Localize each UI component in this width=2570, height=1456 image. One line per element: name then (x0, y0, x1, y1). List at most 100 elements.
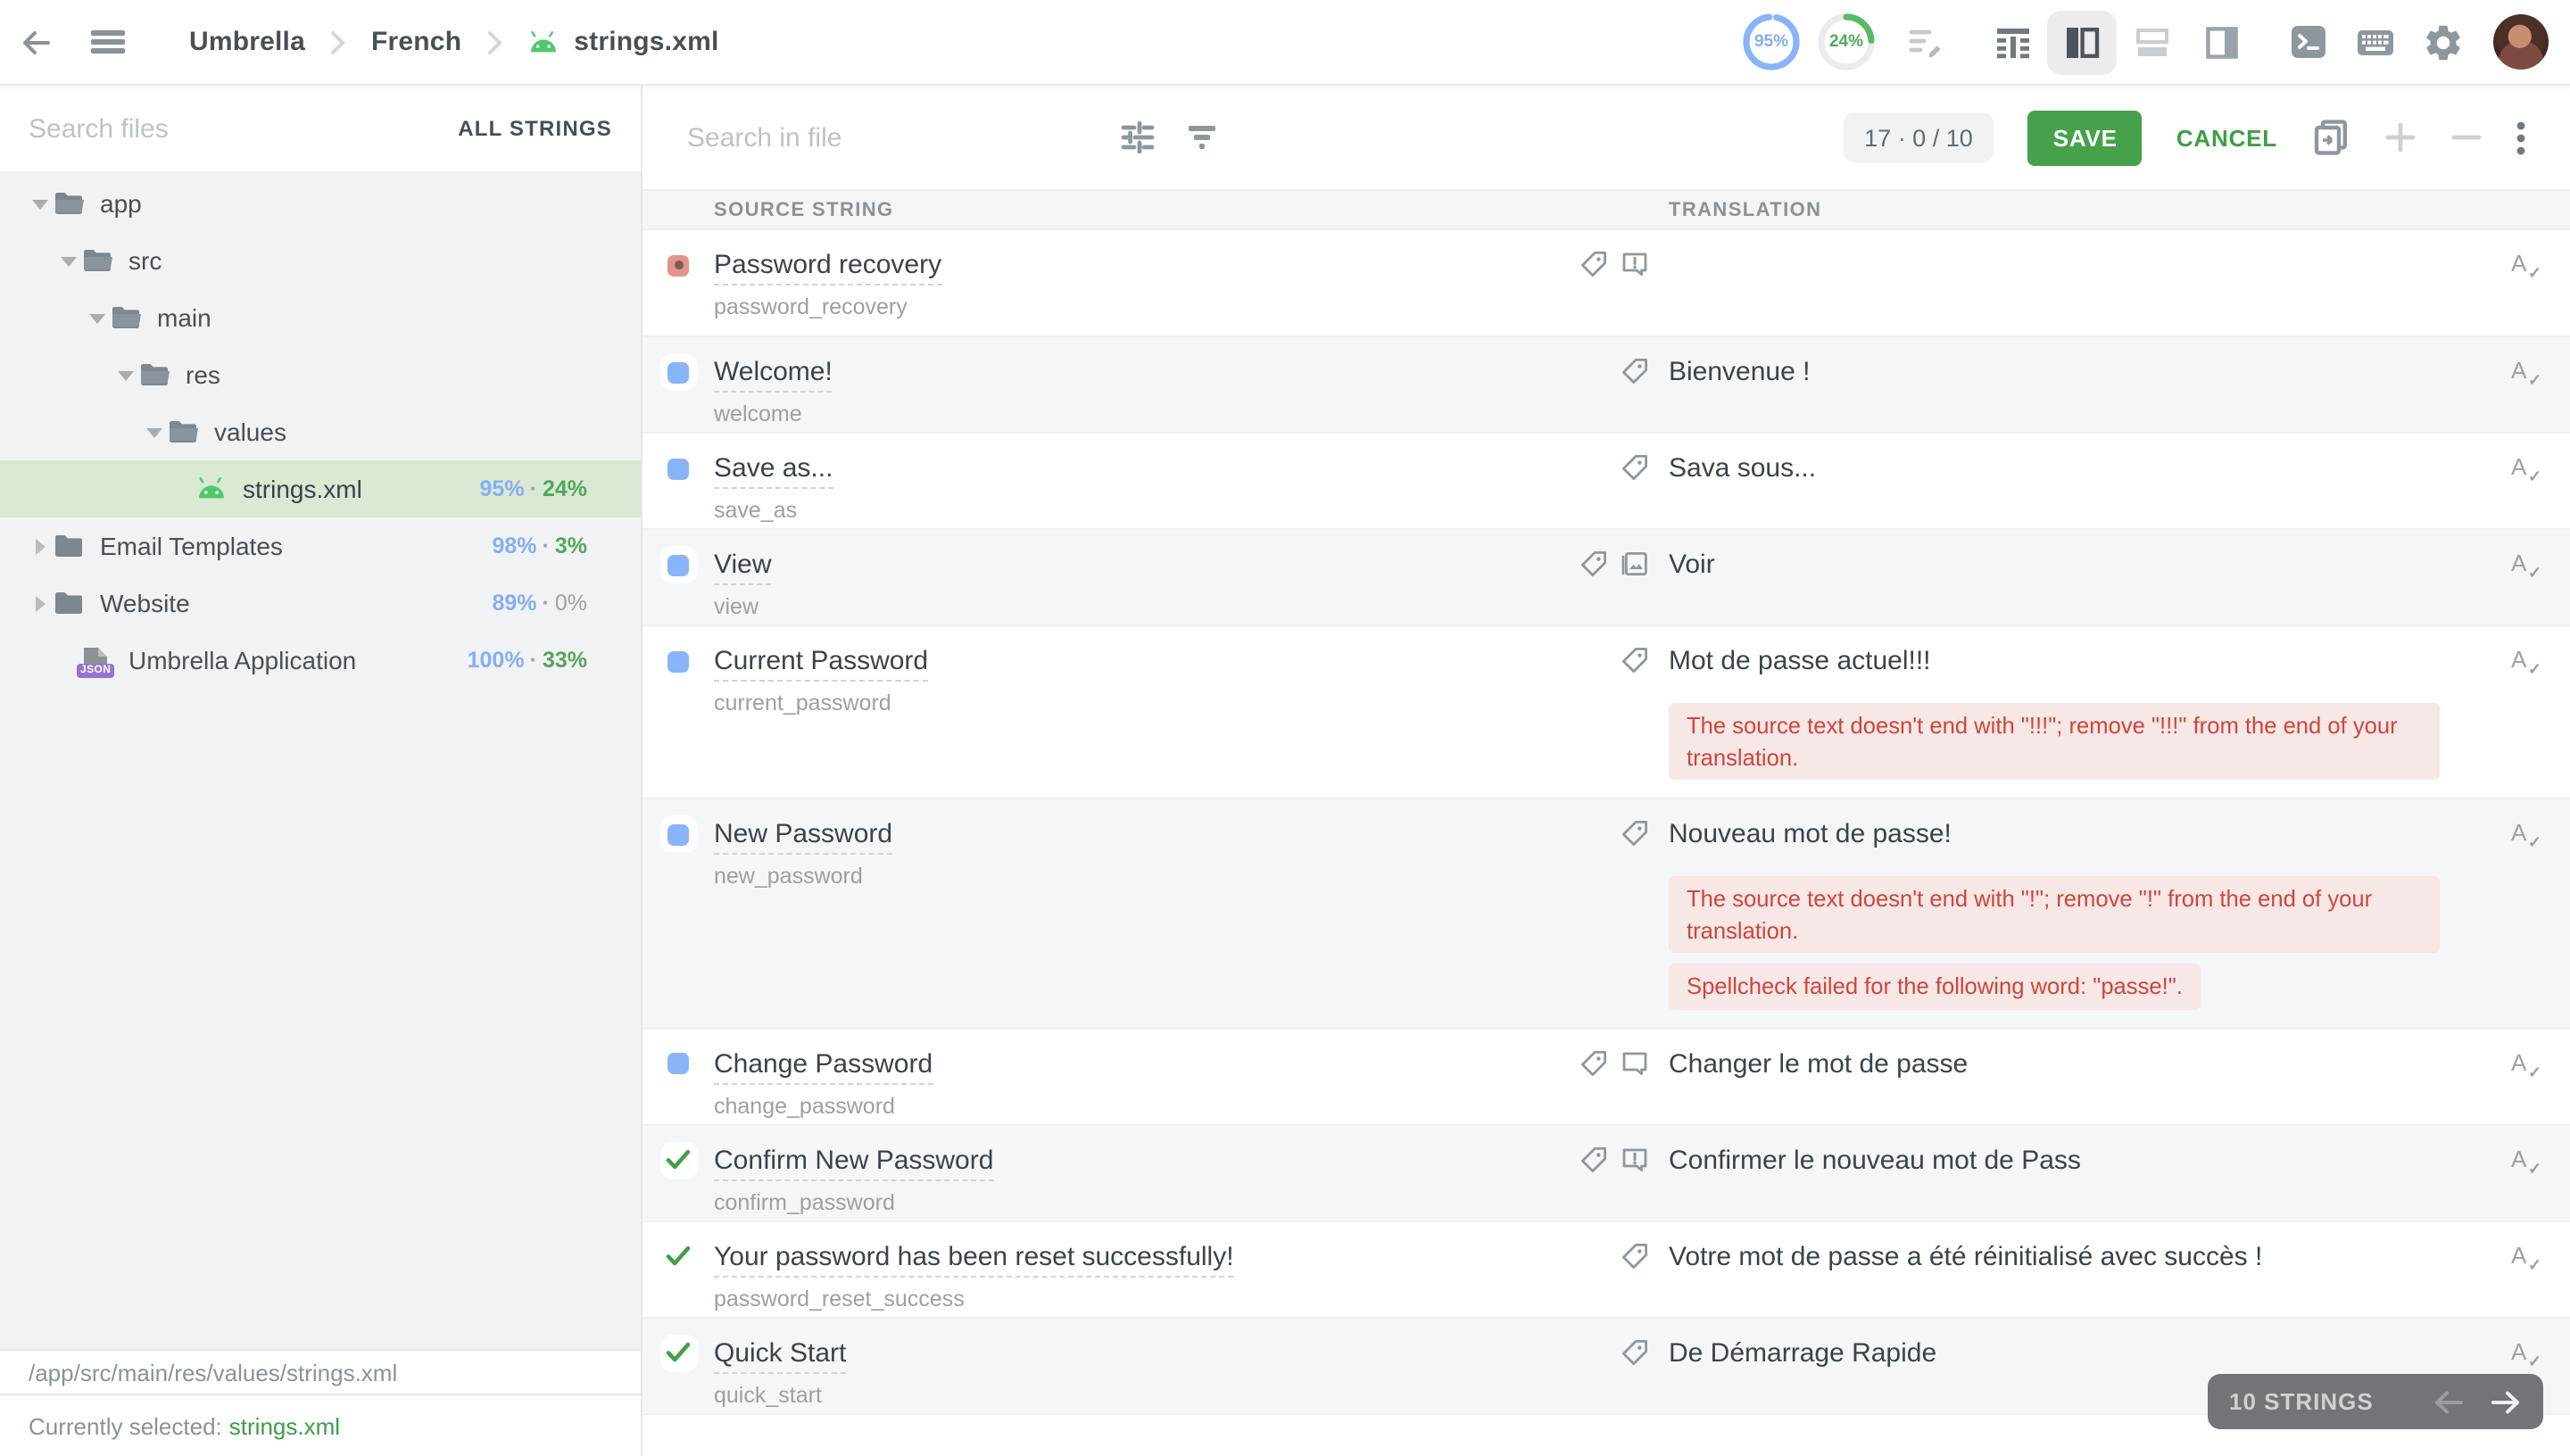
approve-translation-icon[interactable] (2509, 1337, 2541, 1369)
translation-text[interactable]: Voir (1669, 546, 2481, 583)
tags-icon[interactable] (1621, 819, 1649, 848)
approve-translation-icon[interactable] (2509, 1241, 2541, 1273)
search-in-file-input[interactable] (687, 122, 1089, 153)
tags-icon[interactable] (1621, 357, 1649, 385)
source-string-text[interactable]: New Password (714, 815, 892, 853)
tags-icon[interactable] (1621, 1241, 1649, 1270)
keyboard-icon[interactable] (2342, 6, 2409, 78)
view-mode-side-by-side-icon[interactable] (2047, 10, 2117, 74)
source-string-text[interactable]: Current Password (714, 642, 928, 680)
filter-settings-sliders-icon[interactable] (1121, 121, 1155, 153)
zoom-out-minus-icon[interactable] (2450, 121, 2483, 153)
breadcrumb-file[interactable]: strings.xml (574, 27, 718, 57)
caret-right-icon[interactable] (25, 538, 54, 554)
approve-translation-icon[interactable] (2509, 453, 2541, 485)
more-options-kebab-icon[interactable] (2516, 120, 2525, 154)
table-row[interactable]: View view Voir (642, 530, 2570, 626)
approve-translation-icon[interactable] (2509, 646, 2541, 678)
translation-text[interactable]: Changer le mot de passe (1669, 1045, 2481, 1082)
translation-text[interactable]: Votre mot de passe a été réinitialisé av… (1669, 1237, 2481, 1275)
translation-text[interactable]: Sava sous... (1669, 450, 2481, 487)
table-row[interactable]: Current Password current_password Mot de… (642, 626, 2570, 799)
breadcrumb-project[interactable]: Umbrella (189, 27, 305, 57)
source-string-text[interactable]: Confirm New Password (714, 1141, 993, 1179)
all-strings-button[interactable]: ALL STRINGS (458, 116, 612, 141)
tree-item-folder[interactable]: values (0, 403, 641, 460)
screenshot-image-icon[interactable] (1621, 550, 1649, 578)
table-row[interactable]: New Password new_password Nouveau mot de… (642, 799, 2570, 1029)
tree-item-email-templates[interactable]: Email Templates 98%·3% (0, 517, 641, 575)
table-row[interactable]: Password recovery password_recovery (642, 230, 2570, 337)
approve-translation-icon[interactable] (2509, 1145, 2541, 1177)
source-string-text[interactable]: Quick Start (714, 1334, 846, 1371)
translation-text[interactable]: De Démarrage Rapide (1669, 1334, 2481, 1371)
tags-icon[interactable] (1579, 1048, 1608, 1077)
tags-icon[interactable] (1579, 250, 1608, 278)
source-string-text[interactable]: Save as... (714, 450, 833, 487)
tags-icon[interactable] (1579, 550, 1608, 578)
source-string-text[interactable]: Password recovery (714, 246, 941, 284)
approve-translation-icon[interactable] (2509, 250, 2541, 282)
approved-progress-ring: 24% (1817, 12, 1876, 71)
issue-comment-icon[interactable] (1621, 1145, 1649, 1173)
caret-down-icon[interactable] (82, 311, 111, 324)
caret-down-icon[interactable] (54, 254, 82, 267)
tags-icon[interactable] (1621, 1337, 1649, 1366)
view-mode-bottom-panel-icon[interactable] (2117, 10, 2186, 74)
approve-translation-icon[interactable] (2509, 1048, 2541, 1080)
source-string-text[interactable]: View (714, 546, 772, 583)
pager-next-icon[interactable] (2490, 1389, 2522, 1414)
translation-text[interactable]: Nouveau mot de passe! (1669, 815, 2481, 853)
caret-down-icon[interactable] (139, 426, 168, 438)
tags-icon[interactable] (1579, 1145, 1608, 1173)
tree-item-folder[interactable]: main (0, 289, 641, 346)
copy-source-icon[interactable] (2311, 118, 2350, 157)
table-row[interactable]: Save as... save_as Sava sous... (642, 434, 2570, 530)
back-arrow-icon[interactable] (0, 0, 71, 85)
breadcrumb-language[interactable]: French (371, 27, 461, 57)
comment-icon[interactable] (1621, 1048, 1649, 1077)
caret-down-icon[interactable] (111, 368, 139, 381)
view-mode-table-icon[interactable] (1977, 10, 2047, 74)
settings-gear-icon[interactable] (2409, 6, 2477, 78)
tree-item-umbrella-application[interactable]: JSON Umbrella Application 100%·33% (0, 632, 641, 689)
tags-icon[interactable] (1621, 646, 1649, 674)
tree-item-website[interactable]: Website 89%·0% (0, 575, 641, 632)
folder-closed-icon (54, 591, 84, 616)
pager-previous-icon[interactable] (2433, 1389, 2465, 1414)
translation-text[interactable] (1669, 246, 2481, 284)
tree-item-strings-xml[interactable]: strings.xml 95%·24% (0, 460, 641, 517)
view-mode-right-panel-icon[interactable] (2186, 10, 2256, 74)
status-approved-icon (666, 1342, 691, 1363)
tree-item-folder[interactable]: src (0, 232, 641, 289)
source-string-text[interactable]: Welcome! (714, 353, 833, 391)
caret-down-icon[interactable] (25, 197, 54, 210)
approve-translation-icon[interactable] (2509, 550, 2541, 582)
tree-item-folder[interactable]: app (0, 175, 641, 232)
search-files-input[interactable] (29, 113, 458, 144)
table-row[interactable]: Your password has been reset successfull… (642, 1221, 2570, 1318)
save-button[interactable]: SAVE (2028, 110, 2143, 165)
terminal-console-icon[interactable] (2274, 6, 2342, 78)
user-avatar[interactable] (2493, 14, 2549, 70)
cancel-button[interactable]: CANCEL (2176, 124, 2277, 151)
edit-notes-icon[interactable] (1892, 6, 1960, 78)
approve-translation-icon[interactable] (2509, 819, 2541, 851)
currently-selected-file-link[interactable]: strings.xml (229, 1412, 340, 1439)
menu-hamburger-icon[interactable] (71, 0, 143, 85)
source-string-text[interactable]: Change Password (714, 1045, 933, 1082)
filter-funnel-icon[interactable] (1187, 121, 1217, 153)
translation-text[interactable]: Bienvenue ! (1669, 353, 2481, 391)
tags-icon[interactable] (1621, 453, 1649, 482)
table-row[interactable]: Welcome! welcome Bienvenue ! (642, 337, 2570, 434)
zoom-in-plus-icon[interactable] (2384, 121, 2417, 153)
issue-comment-icon[interactable] (1621, 250, 1649, 278)
translation-text[interactable]: Mot de passe actuel!!! (1669, 642, 2481, 680)
table-row[interactable]: Change Password change_password Changer … (642, 1029, 2570, 1125)
tree-item-folder[interactable]: res (0, 346, 641, 403)
approve-translation-icon[interactable] (2509, 357, 2541, 389)
caret-right-icon[interactable] (25, 595, 54, 611)
source-string-text[interactable]: Your password has been reset successfull… (714, 1237, 1234, 1275)
table-row[interactable]: Confirm New Password confirm_password Co… (642, 1125, 2570, 1221)
translation-text[interactable]: Confirmer le nouveau mot de Pass (1669, 1141, 2481, 1179)
